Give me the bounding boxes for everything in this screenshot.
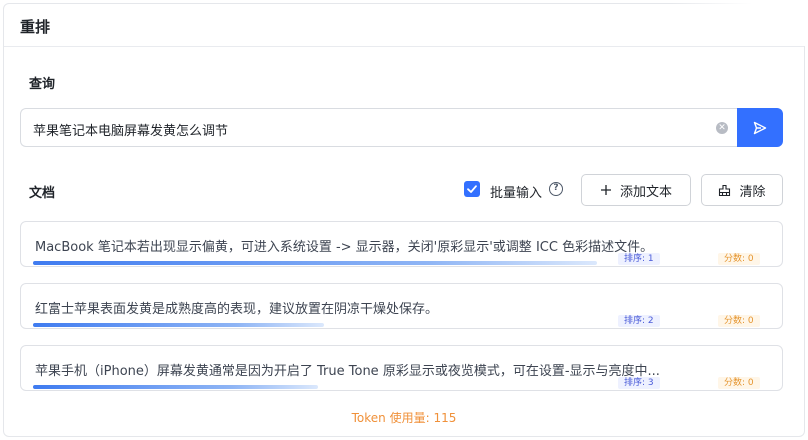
clear-button[interactable]: 清除	[701, 174, 783, 206]
checkmark-icon	[467, 185, 477, 193]
token-usage: Token 使用量: 115	[351, 411, 457, 425]
clear-label: 清除	[739, 184, 766, 200]
document-text: 红富士苹果表面发黄是成熟度高的表现，建议放置在阴凉干燥处保存。	[35, 302, 439, 317]
relevance-bar-track	[33, 261, 653, 265]
clear-input-icon[interactable]: ✕	[716, 122, 728, 134]
rerank-panel: 重排 查询 苹果笔记本电脑屏幕发黄怎么调节 ✕ 文档 批量输入 ? 添加文本 清…	[3, 0, 808, 437]
document-card[interactable]: MacBook 笔记本若出现显示偏黄，可进入系统设置 -> 显示器，关闭'原彩显…	[20, 221, 783, 267]
score-badge: 分数: 0	[718, 253, 760, 265]
batch-input-checkbox[interactable]	[464, 181, 480, 197]
help-icon[interactable]: ?	[549, 182, 563, 196]
score-badge: 分数: 0	[718, 377, 760, 389]
document-text: MacBook 笔记本若出现显示偏黄，可进入系统设置 -> 显示器，关闭'原彩显…	[35, 240, 654, 255]
add-text-label: 添加文本	[619, 184, 672, 200]
rank-badge: 排序: 1	[618, 253, 660, 265]
batch-input-label[interactable]: 批量输入	[490, 182, 542, 201]
plus-icon	[600, 185, 611, 195]
query-input-value: 苹果笔记本电脑屏幕发黄怎么调节	[33, 124, 229, 139]
rank-badge: 排序: 2	[618, 315, 660, 327]
query-input[interactable]: 苹果笔记本电脑屏幕发黄怎么调节 ✕	[20, 108, 738, 147]
documents-section-label: 文档	[29, 186, 56, 201]
score-badge: 分数: 0	[718, 315, 760, 327]
page-title: 重排	[20, 18, 51, 36]
relevance-bar	[33, 323, 325, 327]
send-icon	[753, 121, 767, 134]
send-button[interactable]	[737, 108, 783, 147]
document-card[interactable]: 苹果手机（iPhone）屏幕发黄通常是因为开启了 True Tone 原彩显示或…	[20, 345, 783, 391]
rank-badge: 排序: 3	[618, 377, 660, 389]
relevance-bar-track	[33, 323, 653, 327]
relevance-bar-track	[33, 385, 653, 389]
relevance-bar	[33, 261, 598, 265]
query-section-label: 查询	[29, 77, 56, 92]
document-card[interactable]: 红富士苹果表面发黄是成熟度高的表现，建议放置在阴凉干燥处保存。 排序: 2 分数…	[20, 283, 783, 329]
relevance-bar	[33, 385, 319, 389]
eraser-icon	[719, 184, 731, 196]
document-text: 苹果手机（iPhone）屏幕发黄通常是因为开启了 True Tone 原彩显示或…	[35, 364, 660, 379]
add-text-button[interactable]: 添加文本	[581, 174, 691, 206]
header-fade-overlay	[668, 0, 808, 46]
